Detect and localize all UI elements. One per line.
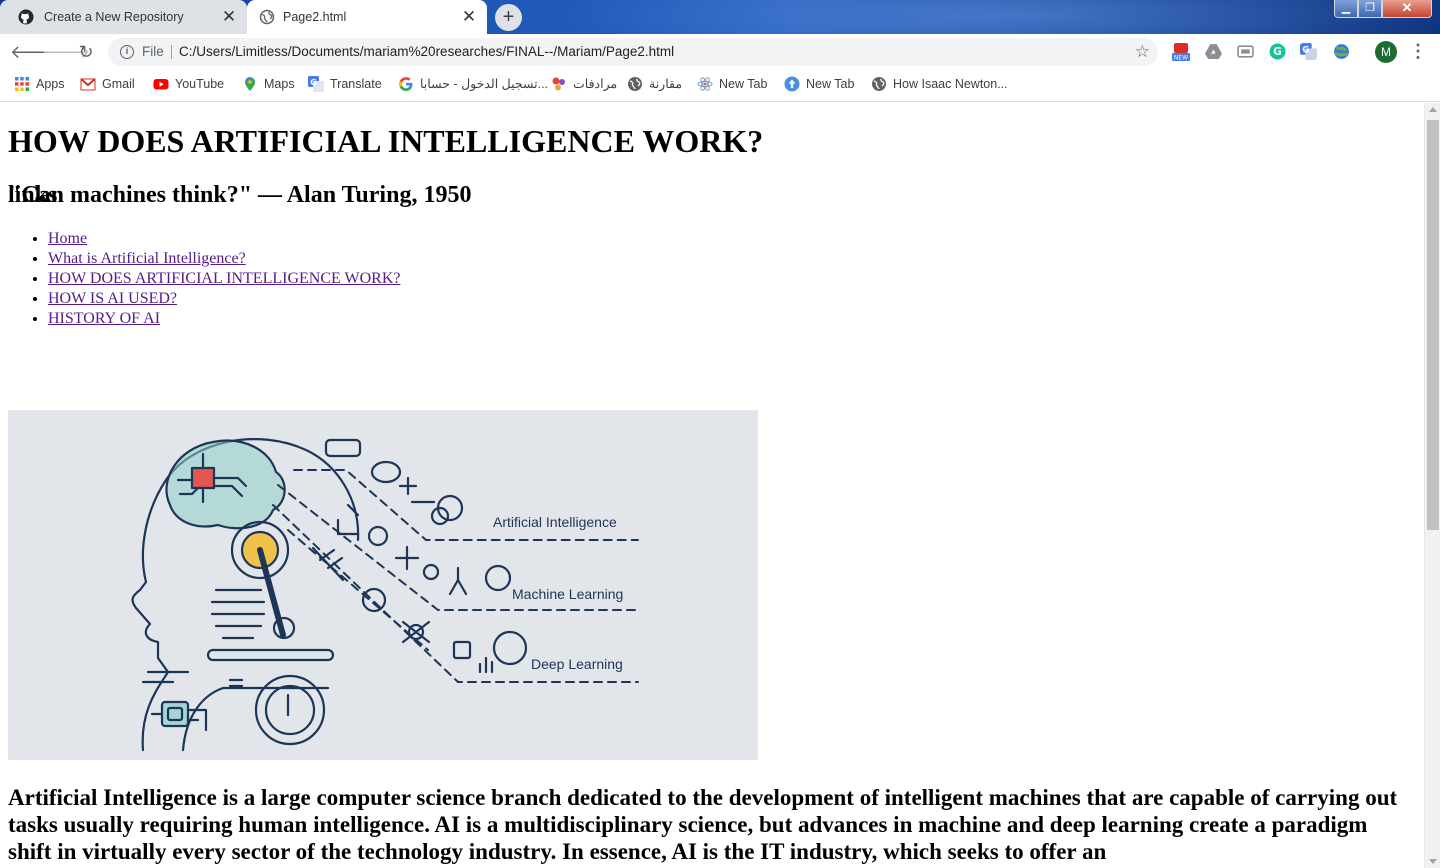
apps-grid-icon — [15, 77, 29, 91]
article-paragraph: Artificial Intelligence is a large compu… — [8, 785, 1398, 864]
bookmark-label: Gmail — [102, 77, 135, 91]
bookmark-maps[interactable]: Maps — [242, 70, 295, 98]
translate-icon: G — [308, 76, 324, 92]
globe-extension-icon[interactable] — [1333, 43, 1350, 60]
bookmark-label: How Isaac Newton... — [893, 77, 1008, 91]
nav-link-how-ai-used[interactable]: HOW IS AI USED? — [48, 290, 177, 307]
svg-text:G: G — [310, 78, 317, 87]
browser-title-bar: Create a New Repository ✕ Page2.html ✕ +… — [0, 0, 1440, 34]
turing-quote: "Can machines think?" — Alan Turing, 195… — [8, 182, 472, 208]
url-text[interactable]: C:/Users/Limitless/Documents/mariam%20re… — [179, 38, 674, 66]
tab-title: Page2.html — [283, 10, 347, 24]
svg-text:G: G — [1273, 45, 1282, 58]
illustration-label-ai: Artificial Intelligence — [493, 514, 617, 530]
ai-head-illustration: Artificial Intelligence Machine Learning… — [131, 438, 639, 752]
ai-illustration-image: Artificial Intelligence Machine Learning… — [8, 410, 758, 760]
bookmark-label: Translate — [330, 77, 382, 91]
tab-close-icon[interactable]: ✕ — [221, 0, 237, 34]
list-item: What is Artificial Intelligence? — [48, 249, 400, 269]
site-info-icon[interactable]: i — [120, 45, 134, 59]
page-heading: HOW DOES ARTIFICIAL INTELLIGENCE WORK? — [8, 123, 764, 159]
cast-icon[interactable] — [1237, 43, 1254, 60]
bookmark-gmail[interactable]: Gmail — [80, 70, 135, 98]
svg-text:G: G — [1302, 46, 1309, 56]
new-tab-button[interactable]: + — [495, 4, 522, 31]
list-item: HOW IS AI USED? — [48, 289, 400, 309]
globe-icon — [872, 77, 886, 91]
globe-icon — [628, 77, 642, 91]
drive-icon[interactable] — [1205, 43, 1222, 60]
back-arrow-icon[interactable]: 🡐 — [10, 40, 58, 64]
bookmark-label: Apps — [36, 77, 65, 91]
bookmark-google-signin[interactable]: تسجيل الدخول - حسابا... — [398, 70, 548, 98]
bookmark-translate[interactable]: G Translate — [308, 70, 382, 98]
bookmark-label: تسجيل الدخول - حسابا... — [420, 77, 549, 91]
grammarly-icon[interactable]: G — [1269, 43, 1286, 60]
bookmark-synonyms[interactable]: مرادفات — [551, 70, 617, 98]
upload-arrow-icon — [784, 76, 800, 92]
illustration-label-ml: Machine Learning — [512, 586, 623, 602]
bookmark-label: New Tab — [719, 77, 768, 91]
bookmark-youtube[interactable]: YouTube — [153, 70, 224, 98]
bookmark-label: مقارنة — [649, 77, 683, 91]
nav-link-what-is-ai[interactable]: What is Artificial Intelligence? — [48, 250, 246, 267]
synonyms-icon — [552, 77, 565, 91]
bookmark-label: مرادفات — [573, 77, 618, 91]
bookmarks-bar: Apps Gmail YouTube Maps G Translate تسجي… — [0, 70, 1440, 102]
scroll-up-arrow-icon[interactable] — [1429, 107, 1437, 112]
bookmark-star-icon[interactable]: ☆ — [1135, 38, 1150, 66]
atom-icon — [697, 77, 713, 91]
bookmark-label: YouTube — [175, 77, 225, 91]
bookmark-label: Maps — [264, 77, 295, 91]
gmail-icon — [80, 78, 96, 91]
title-bar-glow — [560, 0, 1440, 34]
address-bar[interactable]: i File C:/Users/Limitless/Documents/mari… — [108, 38, 1158, 66]
illustration-label-dl: Deep Learning — [531, 656, 623, 672]
list-item: HISTORY OF AI — [48, 309, 400, 329]
list-item: HOW DOES ARTIFICIAL INTELLIGENCE WORK? — [48, 269, 400, 289]
profile-avatar[interactable]: M — [1375, 41, 1397, 63]
google-icon — [399, 77, 413, 92]
bookmark-new-tab-2[interactable]: New Tab — [784, 70, 854, 98]
extension-badge: NEW — [1174, 55, 1188, 62]
window-minimize-button[interactable]: ▁ — [1334, 0, 1358, 18]
bookmark-compare[interactable]: مقارنة — [627, 70, 682, 98]
address-separator — [171, 45, 172, 59]
tab-title: Create a New Repository — [44, 10, 184, 24]
window-maximize-button[interactable]: ❐ — [1358, 0, 1382, 18]
browser-toolbar: 🡐 🡒 ↻ i File C:/Users/Limitless/Document… — [0, 34, 1440, 70]
globe-icon — [259, 9, 275, 25]
nav-link-history-of-ai[interactable]: HISTORY OF AI — [48, 310, 160, 327]
github-icon — [18, 9, 34, 25]
reload-icon[interactable]: ↻ — [74, 40, 98, 64]
maps-pin-icon — [245, 77, 255, 91]
nav-link-how-ai-works[interactable]: HOW DOES ARTIFICIAL INTELLIGENCE WORK? — [48, 270, 400, 287]
translate-extension-icon[interactable]: G — [1300, 43, 1317, 60]
scrollbar-thumb[interactable] — [1427, 120, 1439, 530]
bookmark-label: New Tab — [806, 77, 855, 91]
page-scrollbar[interactable] — [1424, 103, 1440, 868]
tab-create-repository[interactable]: Create a New Repository ✕ — [0, 0, 247, 34]
forward-arrow-icon[interactable]: 🡒 — [42, 40, 90, 64]
youtube-icon — [153, 79, 169, 90]
tab-close-icon[interactable]: ✕ — [461, 0, 477, 34]
bookmark-apps[interactable]: Apps — [14, 70, 65, 98]
more-menu-icon[interactable]: ⋮ — [1408, 40, 1428, 64]
bookmark-new-tab-1[interactable]: New Tab — [697, 70, 767, 98]
tab-page2[interactable]: Page2.html ✕ — [247, 0, 487, 34]
scheme-label: File — [142, 44, 164, 59]
list-item: Home — [48, 229, 400, 249]
scroll-down-arrow-icon[interactable] — [1429, 859, 1437, 864]
window-close-button[interactable]: ✕ — [1382, 0, 1432, 18]
nav-links-list: Home What is Artificial Intelligence? HO… — [8, 229, 400, 329]
nav-link-home[interactable]: Home — [48, 230, 87, 247]
extension-new-icon[interactable]: NEW — [1171, 41, 1191, 63]
page-viewport: HOW DOES ARTIFICIAL INTELLIGENCE WORK? l… — [0, 103, 1424, 868]
bookmark-isaac-newton[interactable]: How Isaac Newton... — [871, 70, 1008, 98]
